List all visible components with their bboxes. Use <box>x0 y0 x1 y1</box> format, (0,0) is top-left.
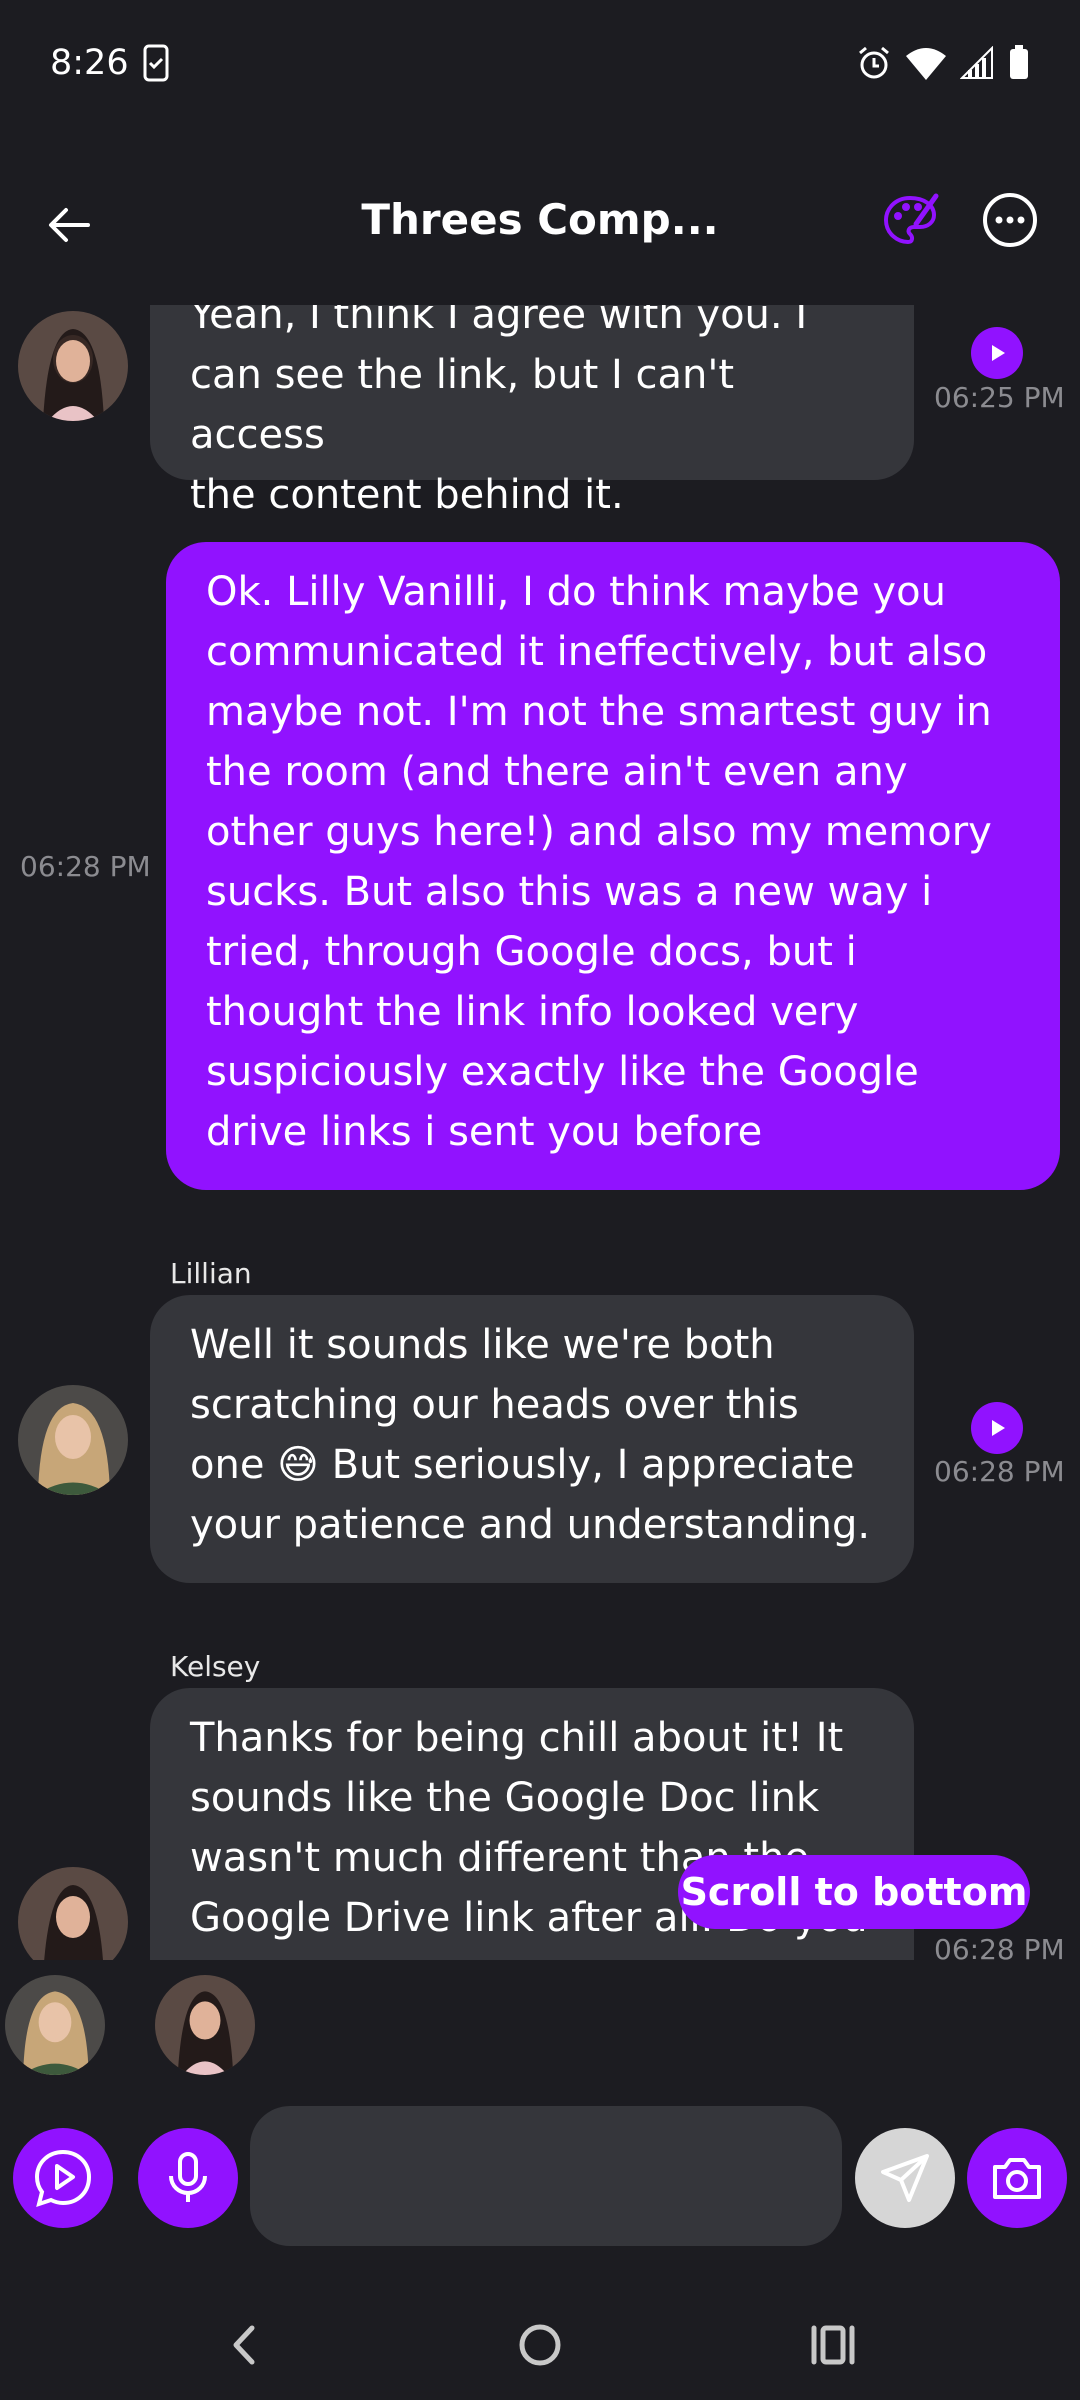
message-text-line: Ok. Lilly Vanilli, I do think maybe you <box>206 569 946 615</box>
play-icon <box>992 1420 1005 1436</box>
message-text-line: maybe not. I'm not the smartest guy in <box>206 689 992 735</box>
avatar[interactable] <box>18 1385 128 1495</box>
message-text-line: scratching our heads over this <box>190 1382 799 1428</box>
participant-avatar[interactable] <box>155 1975 255 2075</box>
scroll-to-bottom-button[interactable]: Scroll to bottom <box>678 1855 1030 1929</box>
microphone-icon <box>169 2152 207 2202</box>
theme-button[interactable] <box>880 190 940 250</box>
nav-back-button[interactable] <box>210 2310 280 2380</box>
message-text-line: the content behind it. <box>190 472 624 518</box>
message-text-line: Yeah, I think I agree with you. I <box>190 305 808 338</box>
message-time: 06:28 PM <box>934 1455 1065 1488</box>
play-icon <box>992 345 1005 361</box>
status-time: 8:26 <box>50 42 129 83</box>
sender-name: Lillian <box>170 1257 252 1290</box>
message-text-line: the room (and there ain't even any <box>206 749 908 795</box>
play-message-button[interactable] <box>13 2128 113 2228</box>
wifi-icon <box>906 47 946 80</box>
signal-icon <box>960 45 993 79</box>
more-options-button[interactable] <box>980 190 1040 250</box>
nav-home-button[interactable] <box>505 2310 575 2380</box>
chevron-left-icon <box>233 2325 255 2365</box>
message-text-line: other guys here!) and also my memory <box>206 809 992 855</box>
message-text-line: can see the link, but I can't access <box>190 352 735 458</box>
status-right <box>856 44 1030 81</box>
message-list[interactable]: Yeah, I think I agree with you. I can se… <box>0 305 1080 1960</box>
voice-message-button[interactable] <box>138 2128 238 2228</box>
message-text-line: one 😅 But seriously, I appreciate <box>190 1442 855 1488</box>
message-bubble-outgoing[interactable]: Ok. Lilly Vanilli, I do think maybe you … <box>166 542 1060 1190</box>
system-nav-bar <box>0 2290 1080 2400</box>
message-text-line: drive links i sent you before <box>206 1109 763 1155</box>
message-input[interactable] <box>250 2106 842 2246</box>
message-time: 06:28 PM <box>20 850 151 883</box>
camera-icon <box>993 2158 1041 2199</box>
participant-avatar[interactable] <box>5 1975 105 2075</box>
battery-icon <box>1010 44 1028 79</box>
status-left: 8:26 <box>50 43 169 83</box>
message-composer <box>0 2100 1080 2250</box>
message-text-line: Well it sounds like we're both <box>190 1322 775 1368</box>
message-text-line: your patience and understanding. <box>190 1502 871 1548</box>
message-time: 06:28 PM <box>934 1933 1065 1960</box>
home-circle-icon <box>519 2324 561 2366</box>
recents-icon <box>811 2325 855 2365</box>
alarm-icon <box>859 46 889 78</box>
chat-play-icon <box>34 2149 92 2208</box>
play-audio-button[interactable] <box>971 1402 1023 1454</box>
message-text-line: thought the link info looked very <box>206 989 859 1035</box>
play-audio-button[interactable] <box>971 327 1023 379</box>
nav-recents-button[interactable] <box>798 2310 868 2380</box>
message-text-line: suspiciously exactly like the Google <box>206 1049 919 1095</box>
more-horizontal-icon <box>983 193 1037 247</box>
message-text-line: sucks. But also this was a new way i <box>206 869 933 915</box>
status-bar: 8:26 <box>0 0 1080 125</box>
message-text-line: Thanks for being chill about it! It <box>190 1715 844 1761</box>
message-time: 06:25 PM <box>934 381 1065 414</box>
avatar[interactable] <box>18 311 128 421</box>
message-bubble[interactable]: Yeah, I think I agree with you. I can se… <box>150 305 914 518</box>
message-text-line: communicated it ineffectively, but also <box>206 629 988 675</box>
camera-button[interactable] <box>967 2128 1067 2228</box>
avatar[interactable] <box>18 1867 128 1960</box>
sender-name: Kelsey <box>170 1650 261 1683</box>
message-text-line: sounds like the Google Doc link <box>190 1775 820 1821</box>
palette-icon <box>883 193 939 245</box>
message-bubble[interactable]: Well it sounds like we're both scratchin… <box>150 1295 914 1583</box>
send-icon <box>881 2154 929 2202</box>
phone-check-icon <box>143 44 169 81</box>
send-button[interactable] <box>855 2128 955 2228</box>
message-text-line: tried, through Google docs, but i <box>206 929 857 975</box>
chat-header: Threes Comp... <box>0 170 1080 280</box>
